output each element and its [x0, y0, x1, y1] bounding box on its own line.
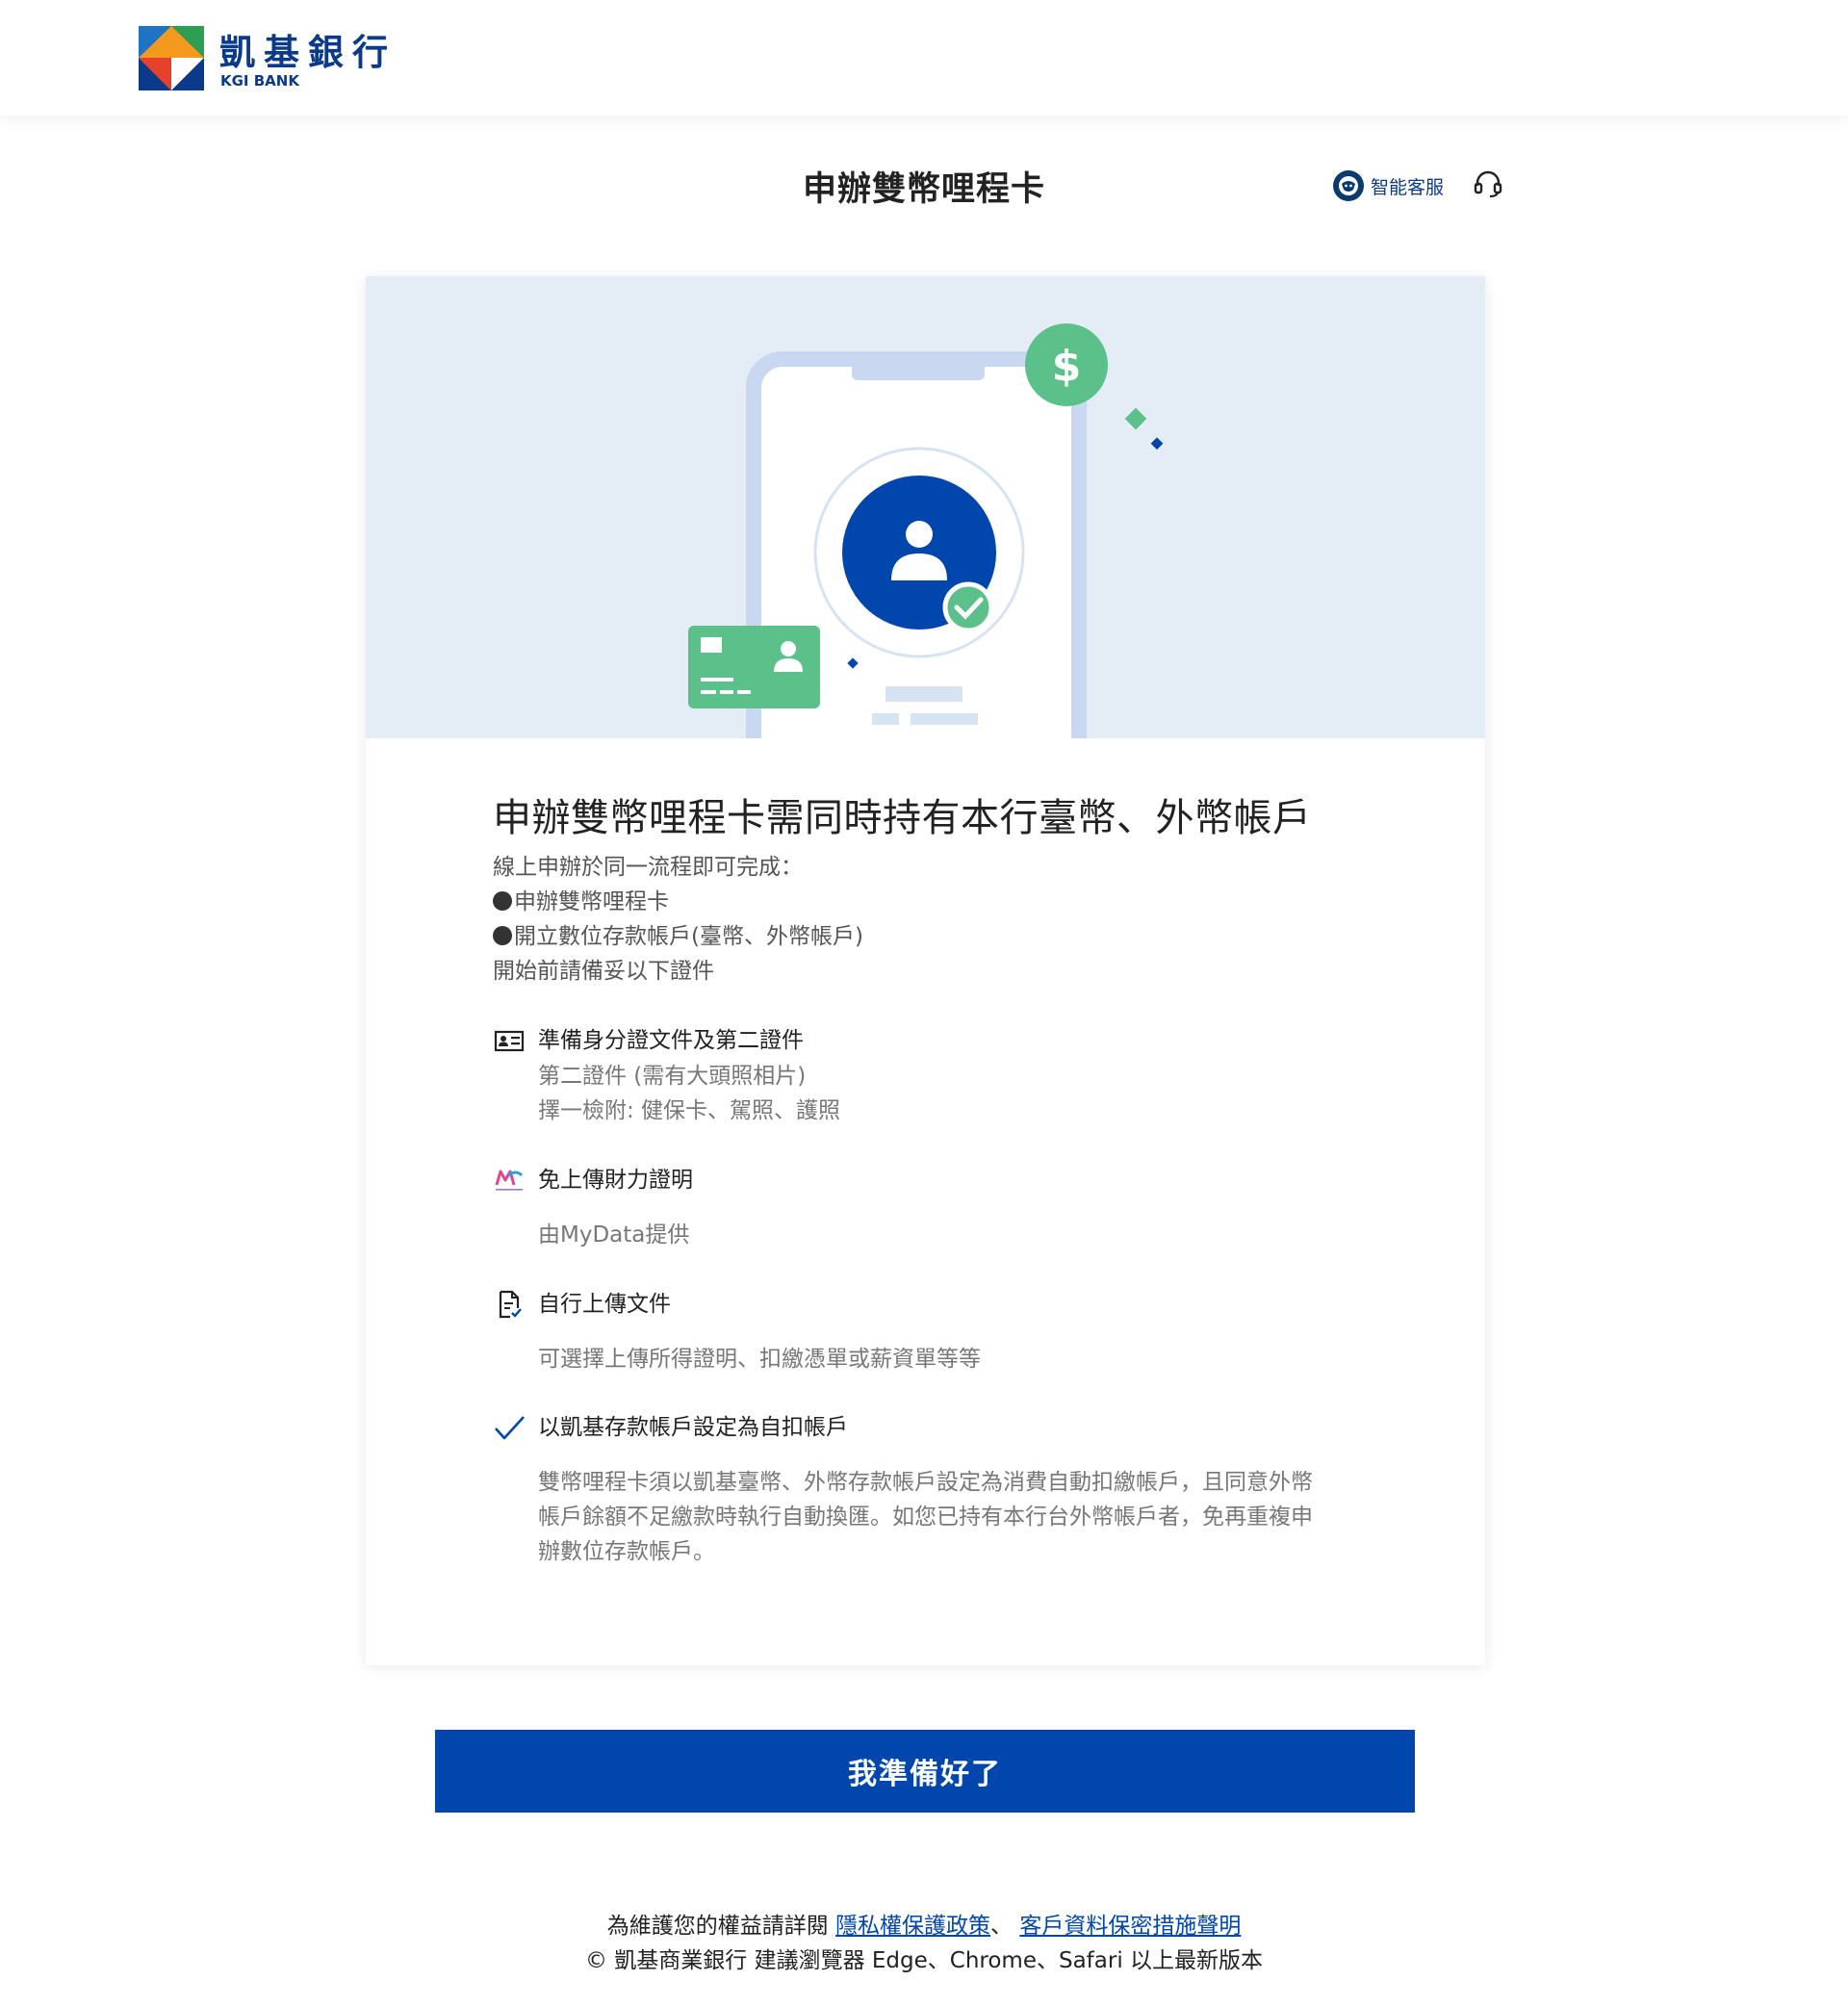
footer-notice: 為維護您的權益請詳閱 隱私權保護政策、 客戶資料保密措施聲明	[0, 1907, 1848, 1940]
intro-bullet: 申辦雙幣哩程卡	[493, 885, 1359, 919]
requirement-detail: 第二證件 (需有大頭照相片)	[538, 1064, 807, 1089]
info-card: $ 申辦雙幣哩程卡需同時持有本行臺幣、外幣帳戶 線上申辦於同一流程即可完成： 申…	[366, 276, 1485, 1665]
card-content: 申辦雙幣哩程卡需同時持有本行臺幣、外幣帳戶 線上申辦於同一流程即可完成： 申辦雙…	[493, 786, 1359, 1564]
requirement-detail: 雙幣哩程卡須以凱基臺幣、外幣存款帳戶設定為消費自動扣繳帳戶，且同意外幣	[538, 1470, 1313, 1495]
card-headline: 申辦雙幣哩程卡需同時持有本行臺幣、外幣帳戶	[493, 796, 1312, 840]
requirement-detail: 辦數位存款帳戶。	[538, 1539, 715, 1564]
smart-customer-service-link[interactable]: 智能客服	[1333, 169, 1444, 202]
requirement-title: 準備身分證文件及第二證件	[538, 1028, 804, 1053]
document-upload-icon	[499, 1290, 522, 1319]
bullet-dot-icon	[493, 926, 512, 945]
svg-text:$: $	[1052, 342, 1082, 391]
requirement-detail: 由MyData提供	[538, 1222, 690, 1248]
intro-line: 開始前請備妥以下證件	[493, 959, 714, 984]
brand-name-en: KGI BANK	[220, 72, 299, 90]
requirement-detail: 擇一檢附: 健保卡、駕照、護照	[538, 1098, 841, 1123]
requirement-title: 免上傳財力證明	[538, 1168, 693, 1193]
requirement-detail: 帳戶餘額不足繳款時執行自動換匯。如您已持有本行台外幣帳戶者，免再重複申	[538, 1505, 1313, 1530]
intro-bullet: 開立數位存款帳戶(臺幣、外幣帳戶)	[493, 919, 1359, 954]
kgi-logo[interactable]	[139, 26, 204, 90]
footer-separator: 、	[990, 1914, 1020, 1939]
privacy-policy-link[interactable]: 隱私權保護政策	[835, 1914, 990, 1939]
data-security-statement-link[interactable]: 客戶資料保密措施聲明	[1019, 1914, 1241, 1939]
checkmark-icon	[495, 1416, 525, 1440]
intro-line: 線上申辦於同一流程即可完成：	[493, 855, 803, 880]
smart-customer-service-label[interactable]: 智能客服	[1371, 173, 1444, 199]
mydata-icon	[495, 1170, 524, 1191]
page-title: 申辦雙幣哩程卡	[802, 170, 1045, 209]
ready-button[interactable]: 我準備好了	[435, 1730, 1415, 1813]
chatbot-avatar-icon	[1333, 170, 1364, 201]
bullet-dot-icon	[493, 891, 512, 911]
top-bar: 凱基銀行 KGI BANK	[0, 0, 1848, 116]
requirement-title: 自行上傳文件	[538, 1292, 671, 1317]
requirement-detail: 可選擇上傳所得證明、扣繳憑單或薪資單等等	[538, 1347, 981, 1372]
headset-icon[interactable]	[1473, 168, 1503, 199]
hero-illustration: $	[366, 276, 1485, 738]
footer-prefix: 為維護您的權益請詳閱	[606, 1914, 835, 1939]
intro-text: 線上申辦於同一流程即可完成： 申辦雙幣哩程卡 開立數位存款帳戶(臺幣、外幣帳戶)…	[493, 850, 1359, 989]
footer-copyright: © 凱基商業銀行 建議瀏覽器 Edge、Chrome、Safari 以上最新版本	[584, 1948, 1264, 1973]
requirement-title: 以凱基存款帳戶設定為自扣帳戶	[538, 1415, 848, 1440]
id-card-icon	[494, 1030, 525, 1052]
brand-name-zh: 凱基銀行	[219, 32, 397, 73]
